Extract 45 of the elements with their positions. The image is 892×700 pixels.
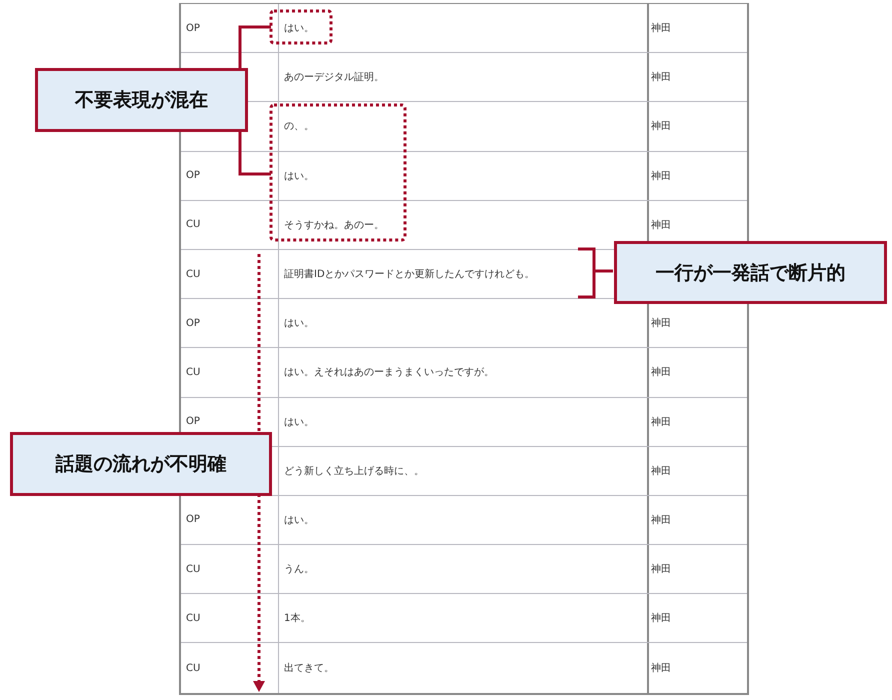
utterance-cell-text: うん。 bbox=[284, 563, 314, 576]
utterance-cell-text: はい。 bbox=[284, 514, 314, 527]
leader-line bbox=[238, 132, 271, 176]
utterance-cell-text: 出てきて。 bbox=[284, 662, 334, 676]
speaker-cell: OP bbox=[186, 416, 200, 428]
speaker-cell: OP bbox=[186, 22, 200, 34]
speaker-cell: OP bbox=[186, 514, 200, 526]
utterance-cell-text: そうすかね。あのー。 bbox=[284, 218, 384, 232]
utterance-cell-text: はい。 bbox=[284, 317, 314, 330]
leader-line bbox=[238, 26, 271, 68]
callout-label: 話題の流れが不明確 bbox=[10, 432, 272, 496]
name-cell-text: 神田 bbox=[651, 662, 671, 676]
speaker-cell: OP bbox=[186, 170, 200, 182]
callout-label: 不要表現が混在 bbox=[35, 68, 248, 132]
speaker-cell: CU bbox=[186, 564, 200, 575]
utterance-cell-text: はい。 bbox=[284, 22, 314, 36]
name-cell-text: 神田 bbox=[651, 416, 671, 429]
utterance-cell-text: はい。えそれはあのーまうまくいったですが。 bbox=[284, 366, 494, 380]
speaker-cell: CU bbox=[186, 612, 200, 624]
speaker-cell: CU bbox=[186, 366, 200, 378]
name-cell-text: 神田 bbox=[651, 366, 671, 380]
name-cell-text: 神田 bbox=[651, 120, 671, 134]
name-cell-text: 神田 bbox=[651, 170, 671, 183]
utterance-cell-text: 1本。 bbox=[284, 612, 310, 626]
callout-label: 一行が一発話で断片的 bbox=[614, 241, 887, 304]
utterance-cell-text: あのーデジタル証明。 bbox=[284, 70, 384, 84]
speaker-cell: OP bbox=[186, 318, 200, 329]
name-cell-text: 神田 bbox=[651, 464, 671, 478]
name-cell-text: 神田 bbox=[651, 562, 671, 576]
name-cell-text: 神田 bbox=[651, 22, 671, 36]
name-cell-text: 神田 bbox=[651, 514, 671, 527]
name-cell-text: 神田 bbox=[651, 612, 671, 626]
name-cell-text: 神田 bbox=[651, 218, 671, 232]
bracket-leader bbox=[576, 248, 614, 298]
name-cell-text: 神田 bbox=[651, 70, 671, 84]
utterance-cell-text: はい。 bbox=[284, 170, 314, 183]
utterance-cell-text: はい。 bbox=[284, 416, 314, 429]
utterance-cell-text: の、。 bbox=[284, 120, 314, 134]
name-cell-text: 神田 bbox=[651, 316, 671, 330]
utterance-cell-text: どう新しく立ち上げる時に、。 bbox=[284, 464, 424, 478]
speaker-cell: CU bbox=[186, 219, 200, 230]
speaker-cell: CU bbox=[186, 268, 200, 280]
dotted-highlight bbox=[270, 10, 332, 44]
utterance-cell-text: 証明書IDとかパスワードとか更新したんですけれども。 bbox=[284, 268, 535, 282]
speaker-cell: CU bbox=[186, 662, 200, 674]
